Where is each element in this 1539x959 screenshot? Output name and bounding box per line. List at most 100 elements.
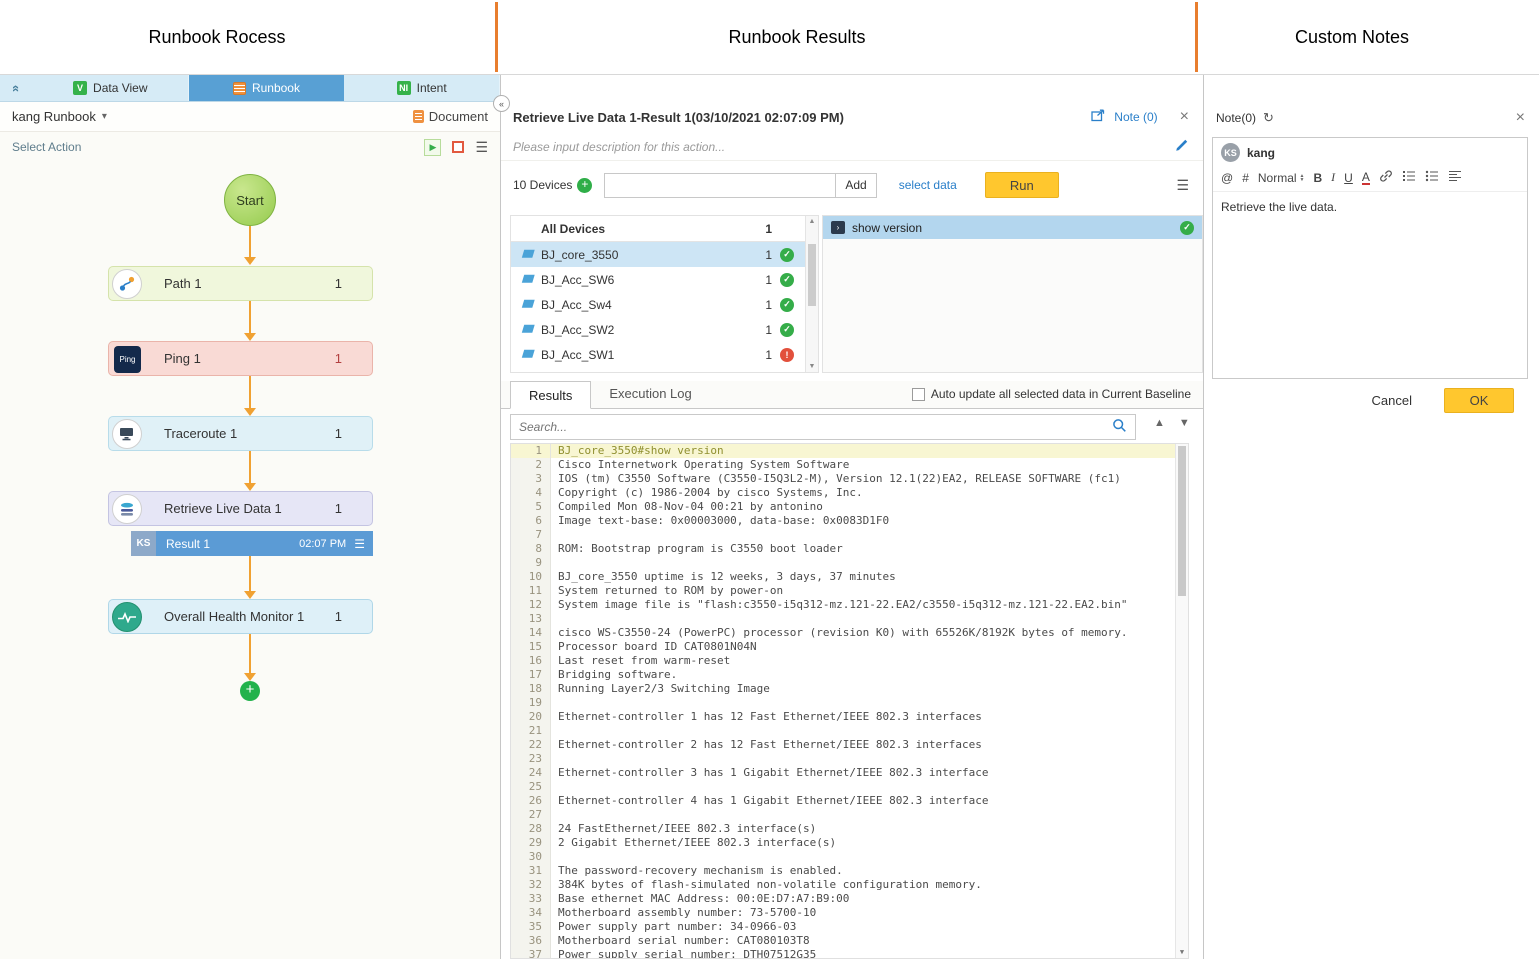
code-line: 25 — [511, 780, 1175, 794]
device-count: 1 — [748, 273, 772, 287]
device-input[interactable] — [604, 173, 836, 198]
data-view-icon: V — [73, 81, 87, 95]
underline-button[interactable]: U — [1344, 171, 1353, 185]
find-previous-icon[interactable]: ▲ — [1154, 417, 1165, 429]
select-data-link[interactable]: select data — [899, 178, 957, 192]
stop-button[interactable] — [452, 141, 464, 153]
mention-button[interactable]: @ — [1221, 171, 1233, 185]
column-count[interactable]: 1 — [748, 222, 772, 236]
data-item-show-version[interactable]: › show version ✓ — [823, 216, 1202, 239]
collapse-panel-icon[interactable]: « — [0, 75, 33, 101]
tab-results[interactable]: Results — [510, 381, 591, 409]
search-icon[interactable] — [1112, 418, 1127, 436]
code-line: 2824 FastEthernet/IEEE 802.3 interface(s… — [511, 822, 1175, 836]
scrollbar-thumb[interactable] — [808, 244, 816, 306]
scroll-down-icon[interactable]: ▼ — [1176, 948, 1188, 956]
section-label-custom-notes: Custom Notes — [1197, 0, 1507, 75]
align-icon[interactable] — [1448, 170, 1462, 185]
add-device-icon[interactable]: + — [577, 178, 592, 193]
flow-result-item[interactable]: KS Result 1 02:07 PM ☰ — [131, 531, 373, 556]
tab-execution-log[interactable]: Execution Log — [591, 380, 709, 408]
tab-label: Data View — [93, 81, 147, 95]
scrollbar-thumb[interactable] — [1178, 446, 1186, 596]
tab-data-view[interactable]: V Data View — [33, 75, 189, 101]
collapse-results-icon[interactable]: « — [493, 95, 510, 112]
node-label: Overall Health Monitor 1 — [164, 609, 304, 624]
code-line: 10BJ_core_3550 uptime is 12 weeks, 3 day… — [511, 570, 1175, 584]
close-results-icon[interactable]: × — [1180, 109, 1189, 125]
flow-node-overall-health-monitor[interactable]: Overall Health Monitor 1 1 — [108, 599, 373, 634]
runbook-menu-icon[interactable]: ☰ — [475, 139, 488, 156]
document-button[interactable]: Document — [413, 109, 488, 124]
tab-intent[interactable]: NI Intent — [344, 75, 500, 101]
retrieve-live-data-icon — [112, 494, 142, 524]
note-author-row: KS kang — [1213, 138, 1527, 167]
bold-button[interactable]: B — [1314, 171, 1323, 185]
italic-button[interactable]: I — [1331, 170, 1335, 185]
code-line: 9 — [511, 556, 1175, 570]
run-runbook-button[interactable]: ▶ — [424, 139, 441, 156]
device-table: All Devices 1 BJ_core_3550 1 ✓ BJ_Acc_SW… — [510, 215, 819, 373]
flow-start-node[interactable]: Start — [224, 174, 276, 226]
code-line: 14cisco WS-C3550-24 (PowerPC) processor … — [511, 626, 1175, 640]
flow-connector — [249, 634, 251, 673]
note-count-link[interactable]: Note (0) — [1114, 110, 1157, 124]
device-count: 1 — [748, 248, 772, 262]
node-label: Ping 1 — [164, 351, 201, 366]
flow-node-ping[interactable]: Ping Ping 1 1 — [108, 341, 373, 376]
search-row: ▲ ▼ — [510, 413, 1189, 441]
close-notes-icon[interactable]: × — [1516, 109, 1525, 127]
find-next-icon[interactable]: ▼ — [1179, 417, 1190, 429]
device-row[interactable]: BJ_Acc_SW6 1 ✓ — [511, 267, 818, 292]
hashtag-button[interactable]: # — [1242, 171, 1249, 185]
run-button[interactable]: Run — [985, 172, 1059, 198]
add-button[interactable]: Add — [836, 173, 876, 198]
data-item-label: show version — [852, 221, 922, 235]
add-action-button[interactable]: + — [240, 681, 260, 701]
font-color-button[interactable]: A — [1362, 171, 1370, 185]
format-select[interactable]: Normal ▲▼ — [1258, 171, 1305, 185]
code-line: 27 — [511, 808, 1175, 822]
flow-arrow-icon — [244, 408, 256, 416]
edit-description-icon[interactable] — [1175, 138, 1189, 155]
results-menu-icon[interactable]: ☰ — [1176, 177, 1189, 194]
tab-runbook[interactable]: Runbook — [189, 75, 345, 101]
device-count: 1 — [748, 323, 772, 337]
ordered-list-icon[interactable] — [1402, 170, 1416, 185]
code-line: 16Last reset from warm-reset — [511, 654, 1175, 668]
bullet-list-icon[interactable] — [1425, 170, 1439, 185]
device-row[interactable]: BJ_Acc_SW2 1 ✓ — [511, 317, 818, 342]
flow-node-retrieve-live-data[interactable]: Retrieve Live Data 1 1 — [108, 491, 373, 526]
node-count: 1 — [335, 609, 342, 624]
code-line: 32384K bytes of flash-simulated non-vola… — [511, 878, 1175, 892]
device-row[interactable]: BJ_core_3550 1 ✓ — [511, 242, 818, 267]
description-placeholder[interactable]: Please input description for this action… — [513, 140, 725, 154]
devices-count-label[interactable]: 10 Devices — [513, 178, 572, 192]
ok-button[interactable]: OK — [1444, 388, 1514, 413]
refresh-icon[interactable]: ↻ — [1263, 110, 1274, 126]
device-row[interactable]: BJ_Acc_Sw4 1 ✓ — [511, 292, 818, 317]
code-line: 26Ethernet-controller 4 has 1 Gigabit Et… — [511, 794, 1175, 808]
auto-update-checkbox[interactable] — [912, 388, 925, 401]
code-line: 23 — [511, 752, 1175, 766]
health-monitor-icon — [112, 602, 142, 632]
device-count: 1 — [748, 348, 772, 362]
device-table-scrollbar[interactable]: ▲ ▼ — [805, 216, 818, 372]
annotation-header: Runbook Rocess Runbook Results Custom No… — [0, 0, 1539, 75]
flow-node-traceroute[interactable]: Traceroute 1 1 — [108, 416, 373, 451]
note-share-icon[interactable] — [1091, 109, 1106, 125]
status-ok-icon: ✓ — [780, 248, 794, 262]
device-name: BJ_Acc_SW6 — [541, 273, 748, 287]
result-menu-icon[interactable]: ☰ — [354, 537, 365, 551]
cancel-button[interactable]: Cancel — [1366, 392, 1418, 409]
node-label: Retrieve Live Data 1 — [164, 501, 282, 516]
output-scrollbar[interactable]: ▼ — [1175, 444, 1188, 958]
device-row[interactable]: BJ_Acc_SW1 1 ! — [511, 342, 818, 367]
search-input[interactable] — [511, 420, 1112, 434]
runbook-selector[interactable]: kang Runbook — [12, 109, 96, 124]
note-text[interactable]: Retrieve the live data. — [1213, 192, 1527, 222]
flow-node-path[interactable]: Path 1 1 — [108, 266, 373, 301]
link-icon[interactable] — [1379, 169, 1393, 186]
chevron-down-icon[interactable]: ▾ — [102, 111, 107, 122]
column-all-devices[interactable]: All Devices — [541, 222, 748, 236]
